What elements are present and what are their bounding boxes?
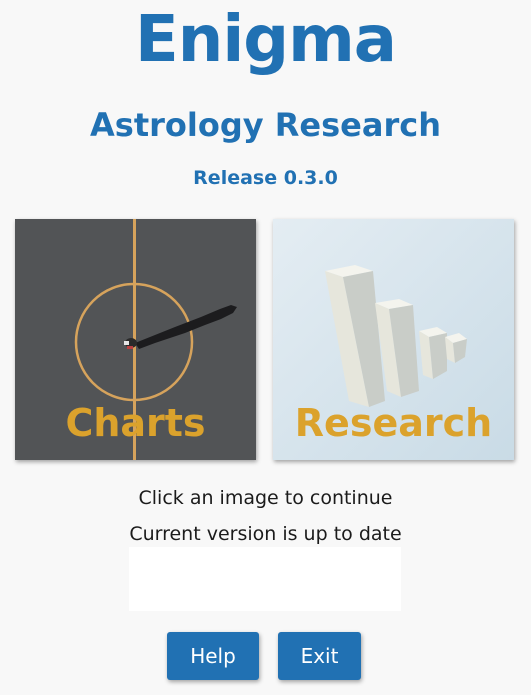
help-button[interactable]: Help — [167, 632, 259, 680]
research-tile-image — [273, 219, 514, 460]
charts-tile[interactable]: Charts — [15, 219, 256, 460]
version-status-text: Current version is up to date — [129, 523, 402, 545]
instruction-text: Click an image to continue — [138, 487, 393, 509]
research-tile[interactable]: Research — [273, 219, 514, 460]
exit-button[interactable]: Exit — [278, 632, 361, 680]
app-subtitle: Astrology Research — [90, 106, 441, 144]
status-box — [129, 547, 401, 611]
charts-tile-image — [15, 219, 256, 460]
release-version: Release 0.3.0 — [193, 167, 338, 189]
app-title: Enigma — [135, 3, 397, 77]
